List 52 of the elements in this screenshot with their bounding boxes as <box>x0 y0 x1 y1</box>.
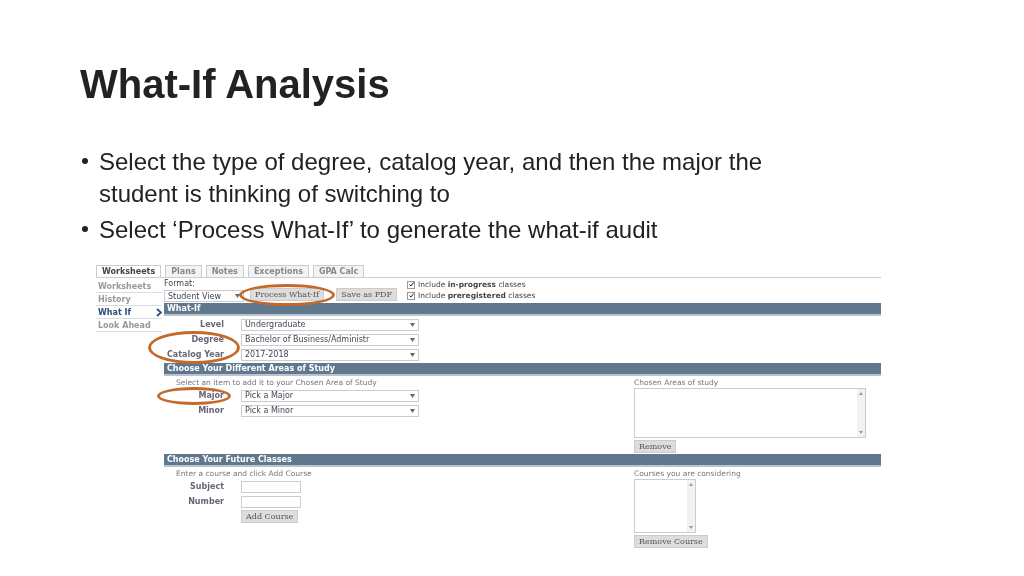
button[interactable]: Add Course <box>241 510 299 523</box>
tab[interactable]: Plans <box>165 265 202 277</box>
scrollbar[interactable] <box>857 389 865 437</box>
field-label: Subject <box>189 482 224 491</box>
dropdown[interactable]: Student View <box>164 290 244 302</box>
bullet-text: Select the type of degree, catalog year, and then the major the student is thinking of switching to <box>99 147 764 209</box>
caret-icon <box>410 352 415 357</box>
bullet-text: Select ‘Process What-If’ to generate the what-if audit <box>99 215 658 245</box>
list-box[interactable] <box>634 388 866 438</box>
caret-icon <box>410 322 415 327</box>
list-box[interactable] <box>634 479 696 533</box>
button[interactable]: Remove <box>634 440 677 453</box>
nav-item[interactable]: What If <box>96 306 162 319</box>
tab[interactable]: Exceptions <box>247 265 309 277</box>
field-label: Number <box>187 497 224 506</box>
scroll-down-icon <box>859 431 863 434</box>
field-label: Degree <box>190 335 224 344</box>
field-label: Minor <box>197 406 224 415</box>
section-header: What-If <box>164 303 881 316</box>
section-header: Choose Your Different Areas of Study <box>164 363 881 376</box>
caret-icon <box>235 294 240 298</box>
button[interactable]: Save as PDF <box>336 288 397 301</box>
tab[interactable]: GPA Calc <box>312 265 365 277</box>
format-label: Format: <box>164 279 196 289</box>
input-field[interactable] <box>241 495 301 508</box>
slide-title: What-If Analysis <box>80 61 391 108</box>
checkbox[interactable] <box>407 280 415 289</box>
input-field[interactable] <box>241 480 301 493</box>
scroll-down-icon <box>689 526 693 529</box>
scroll-up-icon <box>859 392 863 395</box>
checkbox[interactable] <box>407 291 415 300</box>
tab[interactable]: Worksheets <box>96 265 162 277</box>
caret-icon <box>410 408 415 413</box>
caret-icon <box>410 337 415 342</box>
dropdown[interactable]: Pick a Minor <box>241 404 419 417</box>
dropdown[interactable]: 2017-2018 <box>241 348 419 361</box>
scrollbar[interactable] <box>687 480 695 532</box>
tab[interactable]: Notes <box>205 265 244 277</box>
dropdown[interactable]: Bachelor of Business/Administr <box>241 333 419 346</box>
button[interactable]: Process What-If <box>250 288 325 301</box>
field-label: Major <box>197 391 224 400</box>
bullet-icon <box>82 226 88 232</box>
button[interactable]: Remove Course <box>634 535 708 548</box>
dropdown[interactable]: Undergraduate <box>241 318 419 331</box>
dropdown[interactable]: Pick a Major <box>241 389 419 402</box>
scroll-up-icon <box>689 483 693 486</box>
bullet-icon <box>82 158 88 164</box>
field-label: Level <box>199 320 224 329</box>
section-header: Choose Your Future Classes <box>164 454 881 467</box>
chevron-icon <box>156 307 162 317</box>
field-label: Catalog Year <box>165 350 224 359</box>
caret-icon <box>410 393 415 398</box>
